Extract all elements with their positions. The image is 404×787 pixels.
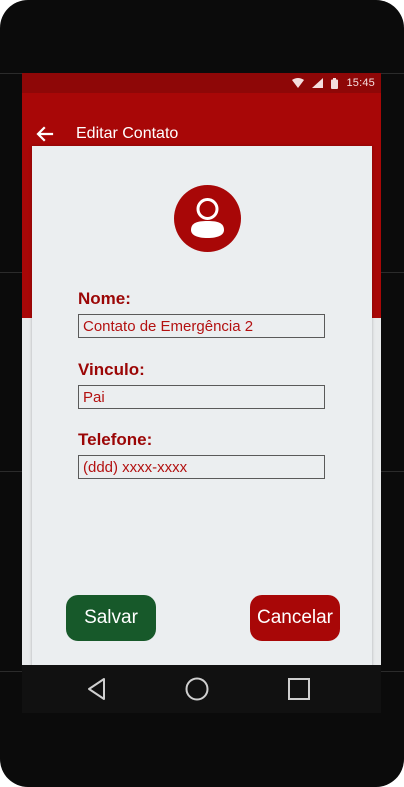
battery-icon [331,77,339,89]
name-label: Nome: [78,289,131,308]
navigation-bar [22,665,381,713]
screen: 15:45 Editar Contato Nome: Vinculo: Tele… [22,73,381,665]
status-bar: 15:45 [22,73,381,93]
wifi-icon [292,78,305,88]
relation-field[interactable] [78,385,325,409]
phone-label: Telefone: [78,430,153,449]
status-time: 15:45 [346,77,375,89]
nav-recents-icon[interactable] [286,676,312,702]
back-arrow-icon[interactable] [35,124,55,144]
cancel-button[interactable]: Cancelar [250,595,340,641]
save-button[interactable]: Salvar [66,595,156,641]
phone-frame: 15:45 Editar Contato Nome: Vinculo: Tele… [0,0,404,787]
phone-field[interactable] [78,455,325,479]
nav-home-icon[interactable] [184,676,210,702]
name-field[interactable] [78,314,325,338]
nav-back-icon[interactable] [84,676,110,702]
user-avatar-icon [174,185,241,252]
signal-icon [312,78,324,88]
page-title: Editar Contato [76,125,179,142]
relation-label: Vinculo: [78,360,145,379]
edit-contact-card: Nome: Vinculo: Telefone: Salvar Cancelar [32,146,372,665]
